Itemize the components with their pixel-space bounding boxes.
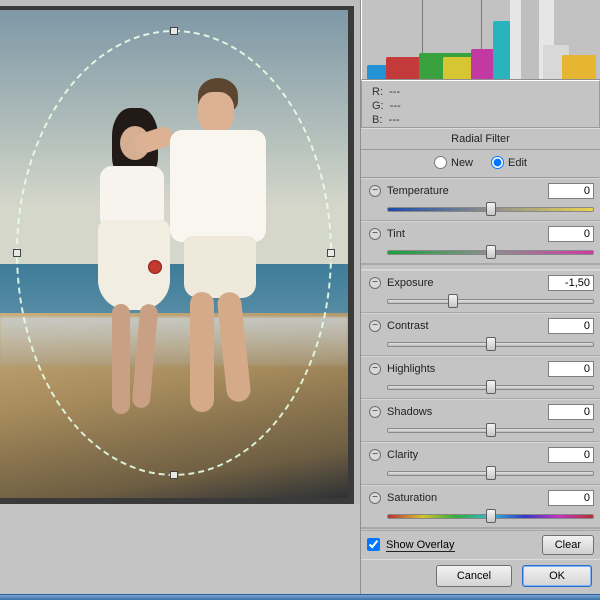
histogram-bars [362,0,600,79]
clear-all-button[interactable]: Clear [542,535,594,555]
canvas-footer-spacer [0,504,360,600]
temperature-row: − Temperature [361,178,600,221]
overlay-row: Show Overlay Clear [361,530,600,559]
rgb-g-label: G: [372,100,384,112]
contrast-slider[interactable] [387,337,594,351]
photo-man [160,78,280,428]
contrast-label: Contrast [387,320,542,332]
rgb-readout: R: --- G: --- B: --- [361,80,600,128]
collapse-icon[interactable]: − [369,185,381,197]
canvas-panel [0,0,360,600]
highlights-row: − Highlights [361,356,600,399]
exposure-value[interactable] [548,275,594,291]
mode-new-radio[interactable] [434,156,447,169]
contrast-value[interactable] [548,318,594,334]
contrast-row: − Contrast [361,313,600,356]
shadows-slider[interactable] [387,423,594,437]
histogram[interactable] [361,0,600,80]
mode-row: New Edit [361,150,600,178]
section-title: Radial Filter [361,128,600,150]
highlights-label: Highlights [387,363,542,375]
show-overlay-label[interactable]: Show Overlay [386,539,455,551]
clarity-label: Clarity [387,449,542,461]
shadows-row: − Shadows [361,399,600,442]
collapse-icon[interactable]: − [369,492,381,504]
app-root: R: --- G: --- B: --- Radial Filter New E… [0,0,600,600]
clarity-value[interactable] [548,447,594,463]
clarity-row: − Clarity [361,442,600,485]
saturation-slider[interactable] [387,509,594,523]
shadows-value[interactable] [548,404,594,420]
right-panel: R: --- G: --- B: --- Radial Filter New E… [360,0,600,600]
collapse-icon[interactable]: − [369,363,381,375]
rgb-b-label: B: [372,114,382,126]
shadows-label: Shadows [387,406,542,418]
collapse-icon[interactable]: − [369,406,381,418]
show-overlay-checkbox[interactable] [367,538,380,551]
taskbar-strip [0,594,600,600]
highlights-slider[interactable] [387,380,594,394]
tint-row: − Tint [361,221,600,264]
exposure-label: Exposure [387,277,542,289]
mode-new[interactable]: New [434,156,473,169]
mode-new-label: New [451,157,473,169]
cancel-button[interactable]: Cancel [436,565,512,587]
sliders-group: − Temperature − Tint − Exposure [361,178,600,530]
saturation-value[interactable] [548,490,594,506]
radial-filter-pin[interactable] [148,260,162,274]
temperature-value[interactable] [548,183,594,199]
rgb-b-value: --- [389,114,400,126]
rgb-r-label: R: [372,86,383,98]
canvas-frame [0,6,354,504]
saturation-row: − Saturation [361,485,600,528]
tint-slider[interactable] [387,245,594,259]
temperature-slider[interactable] [387,202,594,216]
clarity-slider[interactable] [387,466,594,480]
tint-label: Tint [387,228,542,240]
saturation-label: Saturation [387,492,542,504]
rgb-g-value: --- [390,100,401,112]
rgb-r-value: --- [389,86,400,98]
ok-button[interactable]: OK [522,565,592,587]
mode-edit-label: Edit [508,157,527,169]
temperature-label: Temperature [387,185,542,197]
collapse-icon[interactable]: − [369,449,381,461]
collapse-icon[interactable]: − [369,228,381,240]
mode-edit[interactable]: Edit [491,156,527,169]
collapse-icon[interactable]: − [369,277,381,289]
mode-edit-radio[interactable] [491,156,504,169]
image-canvas[interactable] [0,10,348,498]
exposure-row: − Exposure [361,270,600,313]
collapse-icon[interactable]: − [369,320,381,332]
tint-value[interactable] [548,226,594,242]
exposure-slider[interactable] [387,294,594,308]
photo-subjects [64,78,284,478]
highlights-value[interactable] [548,361,594,377]
